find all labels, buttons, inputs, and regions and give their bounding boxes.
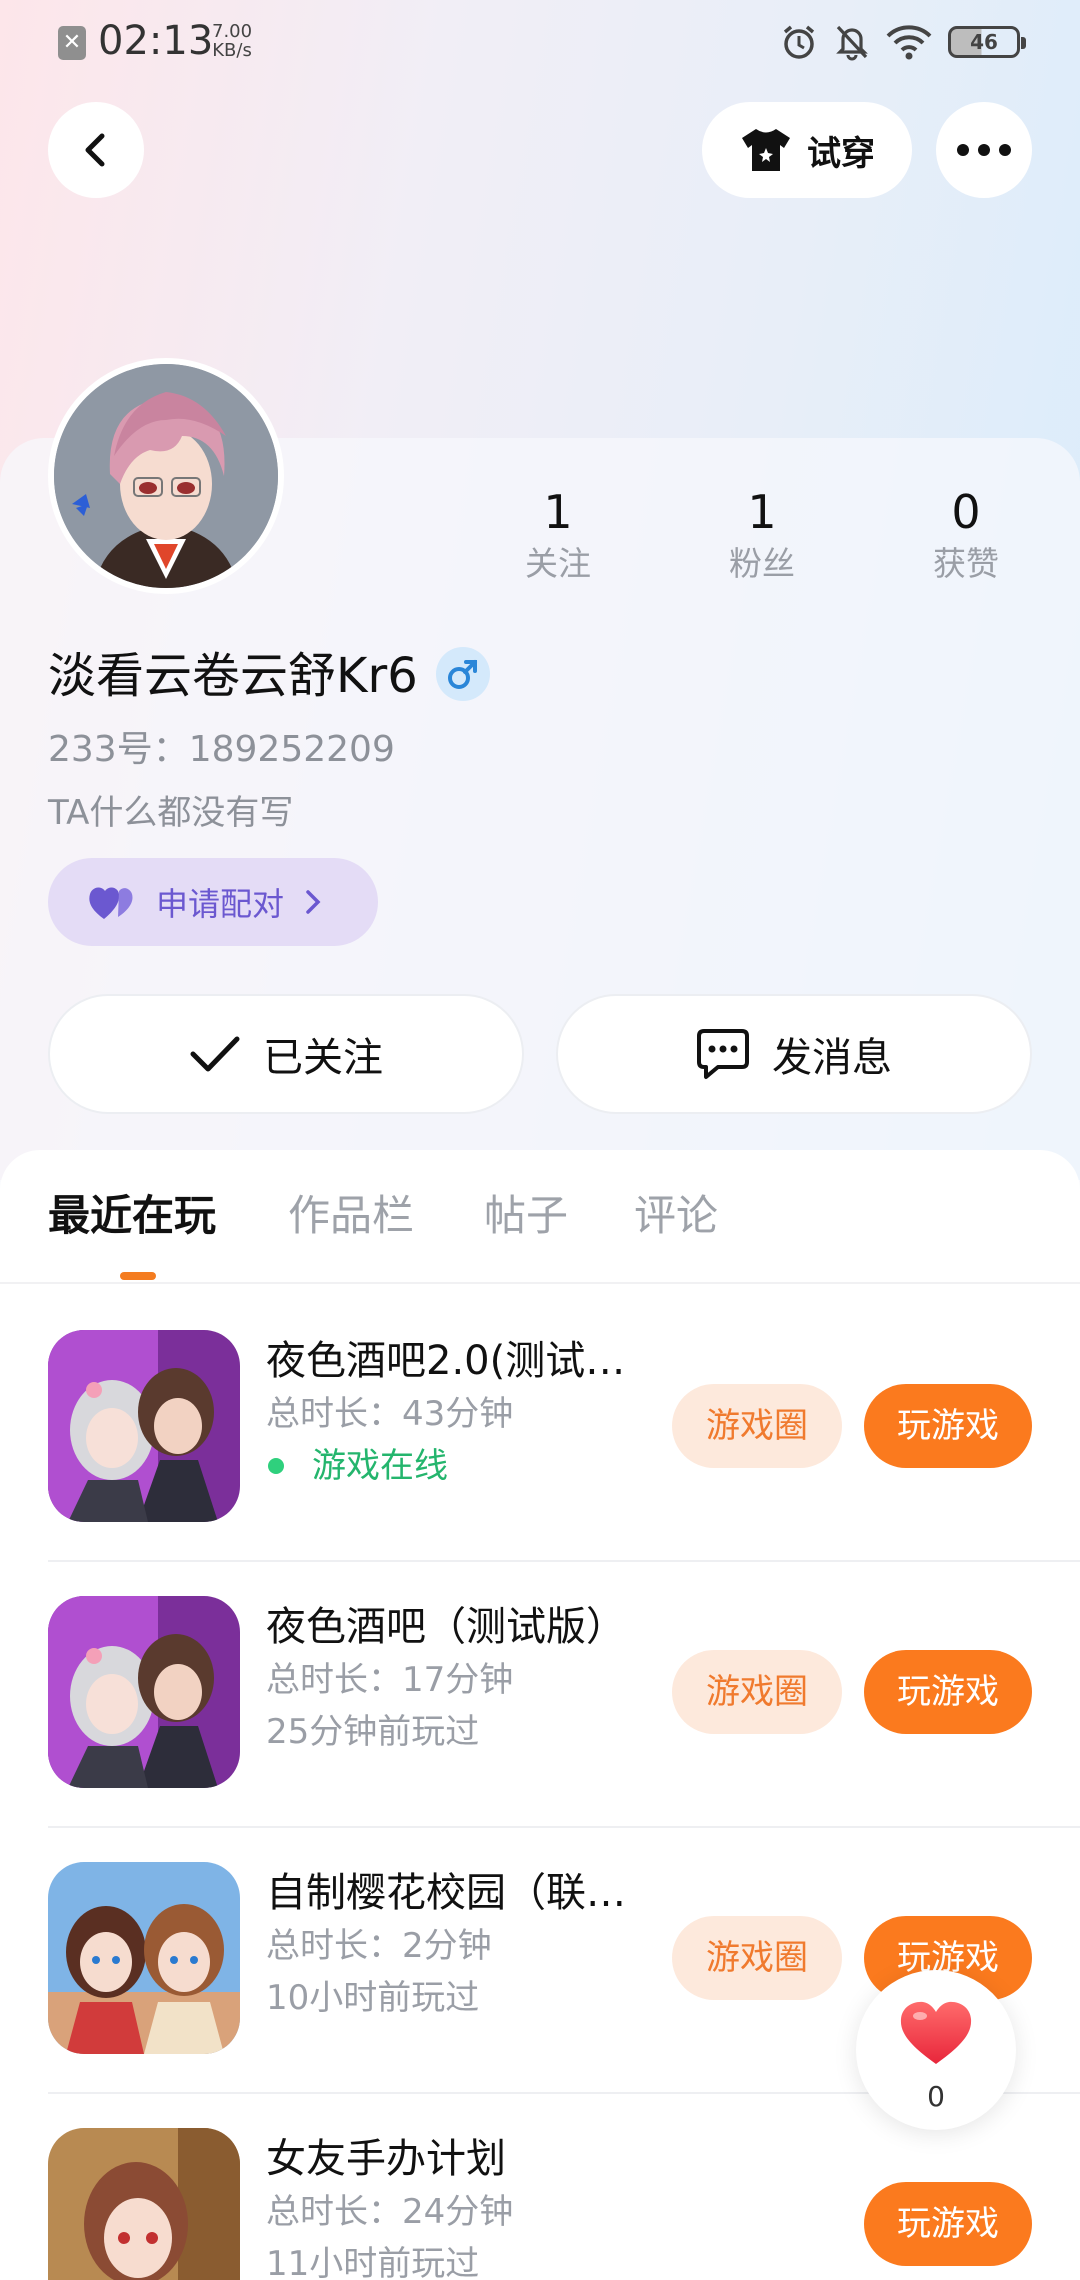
play-game-button[interactable]: 玩游戏 [864, 2182, 1032, 2266]
status-time: 02:13 [98, 18, 214, 64]
tshirt-icon [742, 129, 790, 171]
game-status: 游戏在线 [312, 1446, 448, 1486]
stat-likes-label: 获赞 [933, 544, 999, 583]
game-duration: 总时长：43分钟 [266, 1394, 514, 1434]
game-title: 自制樱花校园（联… [266, 1870, 626, 1916]
male-gender-icon [436, 647, 490, 701]
stat-likes-count: 0 [951, 485, 981, 539]
user-id: 233号：189252209 [48, 729, 395, 770]
like-count: 0 [927, 2080, 945, 2113]
game-list-item[interactable]: 夜色酒吧（测试版） 总时长：17分钟 25分钟前玩过 游戏圈 玩游戏 [48, 1596, 1080, 1862]
send-message-label: 发消息 [772, 1035, 892, 1081]
tab-posts[interactable]: 帖子 [484, 1188, 568, 1244]
mute-bell-icon [834, 23, 870, 61]
game-title: 女友手办计划 [266, 2136, 506, 2182]
following-label: 已关注 [263, 1035, 383, 1081]
chat-bubble-icon [697, 1029, 749, 1079]
request-pair-label: 申请配对 [156, 885, 285, 923]
game-circle-button[interactable]: 游戏圈 [672, 1916, 842, 2000]
following-button[interactable]: 已关注 [48, 994, 524, 1114]
more-dots-icon [957, 144, 1011, 156]
avatar[interactable] [48, 358, 284, 594]
notification-close-icon: ✕ [58, 26, 86, 60]
row-divider [48, 1560, 1080, 1562]
stat-following-count: 1 [543, 485, 573, 539]
online-status-dot [268, 1458, 284, 1474]
try-on-button[interactable]: 试穿 [702, 102, 912, 198]
game-circle-button[interactable]: 游戏圈 [672, 1384, 842, 1468]
network-speed: 7.00 KB/s [212, 22, 252, 60]
game-title: 夜色酒吧（测试版） [266, 1604, 626, 1650]
try-on-label: 试穿 [807, 133, 875, 174]
stat-likes[interactable]: 0 获赞 [896, 482, 1036, 586]
checkmark-icon [190, 1036, 240, 1072]
game-duration: 总时长：17分钟 [266, 1660, 514, 1700]
battery-indicator: 46 [948, 26, 1026, 58]
game-icon-night-bar-test [48, 1596, 240, 1788]
stat-following[interactable]: 1 关注 [488, 482, 628, 586]
avatar-image [54, 364, 278, 588]
game-title: 夜色酒吧2.0(测试… [266, 1338, 626, 1384]
game-list-item[interactable]: 夜色酒吧2.0(测试… 总时长：43分钟 游戏在线 游戏圈 玩游戏 [48, 1330, 1080, 1596]
play-game-button[interactable]: 玩游戏 [864, 1384, 1032, 1468]
game-circle-button[interactable]: 游戏圈 [672, 1650, 842, 1734]
game-status: 11小时前玩过 [266, 2244, 480, 2280]
double-heart-icon [89, 887, 133, 919]
stat-followers-label: 粉丝 [729, 544, 795, 583]
tab-comments[interactable]: 评论 [634, 1188, 718, 1244]
game-status: 10小时前玩过 [266, 1978, 480, 2018]
alarm-icon [780, 23, 818, 61]
request-pair-button[interactable]: 申请配对 [48, 858, 378, 946]
game-icon-girlfriend-figure [48, 2128, 240, 2280]
active-tab-indicator [120, 1272, 156, 1280]
network-speed-value: 7.00 [212, 21, 253, 42]
game-list-item[interactable]: 女友手办计划 总时长：24分钟 11小时前玩过 玩游戏 [48, 2128, 1080, 2280]
stat-following-label: 关注 [525, 544, 591, 583]
floating-like-button[interactable]: 0 [856, 1970, 1016, 2130]
game-status: 25分钟前玩过 [266, 1712, 480, 1752]
wifi-icon [886, 24, 932, 60]
play-game-button[interactable]: 玩游戏 [864, 1650, 1032, 1734]
username: 淡看云卷云舒Kr6 [48, 648, 418, 704]
game-icon-sakura-school [48, 1862, 240, 2054]
row-divider [48, 1826, 1080, 1828]
back-arrow-icon [85, 133, 105, 167]
profile-tabs: 最近在玩 作品栏 帖子 评论 [0, 1150, 1080, 1284]
heart-icon [900, 2001, 972, 2064]
game-duration: 总时长：24分钟 [266, 2192, 514, 2232]
stat-followers[interactable]: 1 粉丝 [692, 482, 832, 586]
game-icon-night-bar-2 [48, 1330, 240, 1522]
status-icons: 46 [780, 20, 1026, 64]
user-bio: TA什么都没有写 [48, 793, 294, 833]
game-duration: 总时长：2分钟 [266, 1926, 492, 1966]
tab-works[interactable]: 作品栏 [288, 1188, 414, 1244]
back-button[interactable] [48, 102, 144, 198]
network-speed-unit: KB/s [212, 40, 252, 61]
tabs-divider [0, 1282, 1080, 1284]
status-bar: ✕ 02:13 7.00 KB/s 46 [0, 0, 1080, 86]
tab-recently-played[interactable]: 最近在玩 [48, 1188, 216, 1244]
chevron-right-icon [306, 890, 321, 914]
more-options-button[interactable] [936, 102, 1032, 198]
send-message-button[interactable]: 发消息 [556, 994, 1032, 1114]
stat-followers-count: 1 [747, 485, 777, 539]
